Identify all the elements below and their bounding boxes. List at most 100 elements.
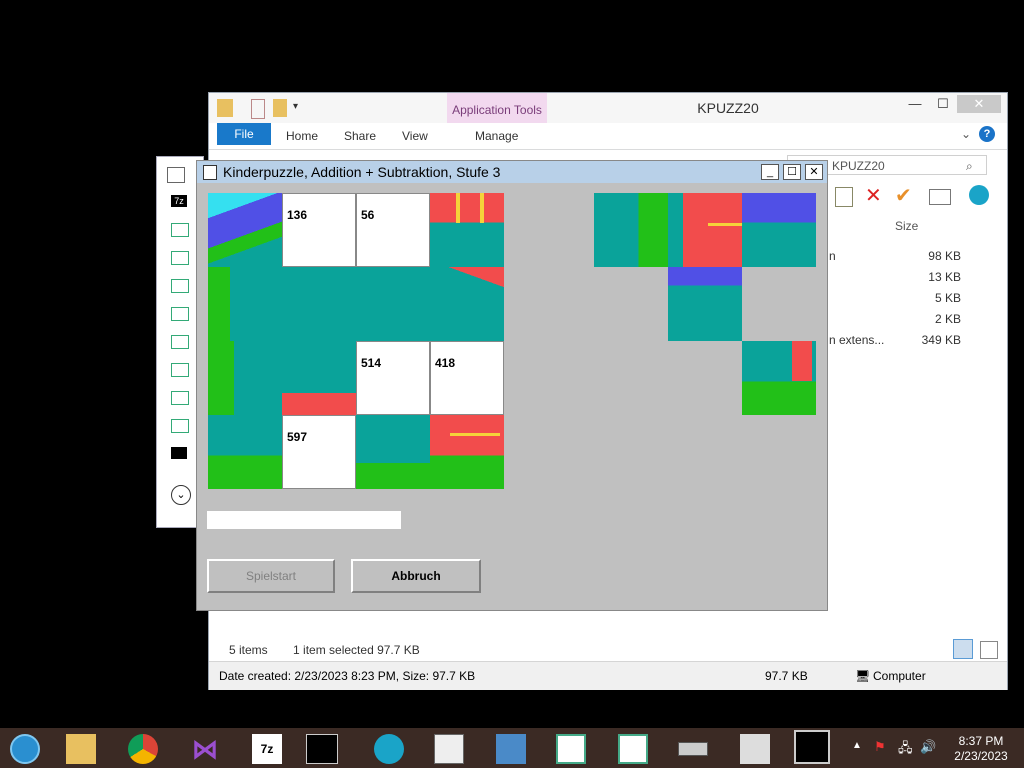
title-bar: ▾ Application Tools KPUZZ20 — ☐ ✕ bbox=[209, 93, 1007, 123]
close-button[interactable]: ✕ bbox=[957, 95, 1001, 113]
window-icon bbox=[167, 167, 185, 183]
loose-puzzle-piece[interactable] bbox=[742, 193, 816, 267]
kpuzz-icon[interactable] bbox=[794, 730, 830, 764]
tab-home[interactable]: Home bbox=[286, 129, 318, 143]
puzzle-tile[interactable] bbox=[208, 341, 282, 415]
cancel-button[interactable]: Abbruch bbox=[351, 559, 481, 593]
file-name-fragment[interactable]: n extens... bbox=[829, 333, 884, 347]
file-size: 98 KB bbox=[928, 249, 961, 263]
loose-puzzle-piece[interactable] bbox=[668, 193, 742, 267]
file-icon bbox=[171, 363, 189, 377]
computer-icon: 🖥 bbox=[855, 669, 871, 683]
date-created-info: Date created: 2/23/2023 8:23 PM, Size: 9… bbox=[219, 669, 476, 683]
help-icon[interactable]: ? bbox=[979, 126, 995, 142]
file-name-fragment[interactable]: n bbox=[829, 249, 836, 263]
maximize-button[interactable]: ☐ bbox=[929, 95, 957, 113]
tiles-view-icon[interactable] bbox=[980, 641, 999, 659]
puzzle-tile[interactable] bbox=[282, 341, 356, 415]
start-orb-icon[interactable] bbox=[10, 734, 40, 764]
status-bar: 5 items 1 item selected 97.7 KB bbox=[229, 643, 420, 657]
puzzle-tile-number[interactable]: 418 bbox=[430, 341, 504, 415]
delete-icon[interactable]: ✕ bbox=[865, 183, 882, 208]
tab-file[interactable]: File bbox=[217, 123, 271, 145]
file-icon bbox=[171, 307, 189, 321]
close-button[interactable]: ✕ bbox=[805, 164, 823, 180]
file-icon bbox=[171, 251, 189, 265]
puzzle-tile[interactable] bbox=[356, 267, 430, 341]
address-text: KPUZZ20 bbox=[832, 159, 885, 173]
file-icon bbox=[171, 223, 189, 237]
7zip-icon[interactable]: 7z bbox=[252, 734, 282, 764]
size-column-header[interactable]: Size bbox=[895, 219, 918, 233]
puzzle-tile[interactable] bbox=[208, 267, 282, 341]
search-icon[interactable]: ⌕ bbox=[966, 156, 973, 176]
action-center-flag-icon[interactable]: ⚑ bbox=[874, 739, 886, 755]
puzzle-board: 136 56 514 418 597 bbox=[208, 193, 504, 489]
puzzle-tile-number[interactable]: 136 bbox=[282, 193, 356, 267]
expand-down-icon[interactable]: ⌄ bbox=[171, 485, 191, 505]
puzzle-tile[interactable] bbox=[282, 267, 356, 341]
puzzle-tile[interactable] bbox=[430, 267, 504, 341]
cmd-icon[interactable] bbox=[306, 734, 338, 764]
checkmark-icon[interactable]: ✔ bbox=[895, 183, 912, 208]
loose-puzzle-piece[interactable] bbox=[742, 341, 816, 415]
file-size: 349 KB bbox=[921, 333, 961, 347]
clipboard-icon[interactable] bbox=[835, 187, 853, 207]
status-size: 97.7 KB bbox=[765, 669, 808, 683]
file-explorer-icon[interactable] bbox=[66, 734, 96, 764]
visual-studio-icon[interactable]: ⋈ bbox=[190, 734, 220, 764]
network-icon[interactable]: 🖧 bbox=[898, 739, 913, 761]
loose-puzzle-piece[interactable] bbox=[668, 267, 742, 341]
show-hidden-icons-icon[interactable]: ▲ bbox=[852, 740, 862, 751]
taskbar: ⋈ 7z ▲ ⚑ 🖧 🔊 8:37 PM 2/23/2023 bbox=[0, 728, 1024, 768]
clock[interactable]: 8:37 PM 2/23/2023 bbox=[944, 734, 1018, 764]
puzzle-tile-number[interactable]: 514 bbox=[356, 341, 430, 415]
details-bar: Date created: 2/23/2023 8:23 PM, Size: 9… bbox=[209, 661, 1007, 690]
puzzle-title: Kinderpuzzle, Addition + Subtraktion, St… bbox=[223, 164, 501, 180]
file-size: 5 KB bbox=[934, 291, 961, 305]
puzzle-tile[interactable] bbox=[430, 193, 504, 267]
app-icon bbox=[203, 165, 217, 180]
ribbon-tabs: File Home Share View Manage ⌄ ? bbox=[209, 123, 1007, 150]
loose-puzzle-piece[interactable] bbox=[594, 193, 668, 267]
tab-view[interactable]: View bbox=[402, 129, 428, 143]
ribbon-expand-icon[interactable]: ⌄ bbox=[961, 127, 971, 141]
puzzle-tile[interactable] bbox=[356, 415, 430, 489]
monitor-icon[interactable] bbox=[740, 734, 770, 764]
start-game-button[interactable]: Spielstart bbox=[207, 559, 335, 593]
cmd-file-icon bbox=[171, 447, 187, 459]
file-size: 13 KB bbox=[928, 270, 961, 284]
tab-manage[interactable]: Manage bbox=[475, 129, 518, 143]
vcdic-icon[interactable] bbox=[434, 734, 464, 764]
puzzle-tile-number[interactable]: 597 bbox=[282, 415, 356, 489]
puzzle-tile[interactable] bbox=[430, 415, 504, 489]
details-view-icon[interactable] bbox=[953, 639, 973, 659]
items-count: 5 items bbox=[229, 643, 268, 657]
puzzle-window: Kinderpuzzle, Addition + Subtraktion, St… bbox=[196, 160, 828, 611]
7zip-file-icon: 7z bbox=[171, 195, 187, 207]
file-icon bbox=[171, 335, 189, 349]
progress-bar bbox=[207, 511, 401, 529]
email-icon[interactable] bbox=[929, 189, 951, 205]
tab-share[interactable]: Share bbox=[344, 129, 376, 143]
clock-date: 2/23/2023 bbox=[954, 749, 1008, 763]
chrome-icon[interactable] bbox=[128, 734, 158, 764]
view-buttons bbox=[953, 639, 999, 662]
shell-icon[interactable] bbox=[374, 734, 404, 764]
file-icon bbox=[171, 419, 189, 433]
app-window-icon-2[interactable] bbox=[618, 734, 648, 764]
puzzle-tile-number[interactable]: 56 bbox=[356, 193, 430, 267]
puzzle-title-bar: Kinderpuzzle, Addition + Subtraktion, St… bbox=[197, 161, 827, 183]
computer-label: Computer bbox=[873, 669, 926, 683]
minimize-button[interactable]: _ bbox=[761, 164, 779, 180]
puzzle-tile[interactable] bbox=[208, 193, 282, 267]
clock-time: 8:37 PM bbox=[958, 734, 1004, 748]
app-window-icon[interactable] bbox=[556, 734, 586, 764]
shell-icon[interactable] bbox=[969, 185, 989, 205]
minimize-button[interactable]: — bbox=[901, 95, 929, 113]
maximize-button[interactable]: ☐ bbox=[783, 164, 801, 180]
volume-icon[interactable]: 🔊 bbox=[920, 739, 936, 755]
photo-icon[interactable] bbox=[496, 734, 526, 764]
puzzle-tile[interactable] bbox=[208, 415, 282, 489]
drive-icon[interactable] bbox=[678, 742, 708, 756]
